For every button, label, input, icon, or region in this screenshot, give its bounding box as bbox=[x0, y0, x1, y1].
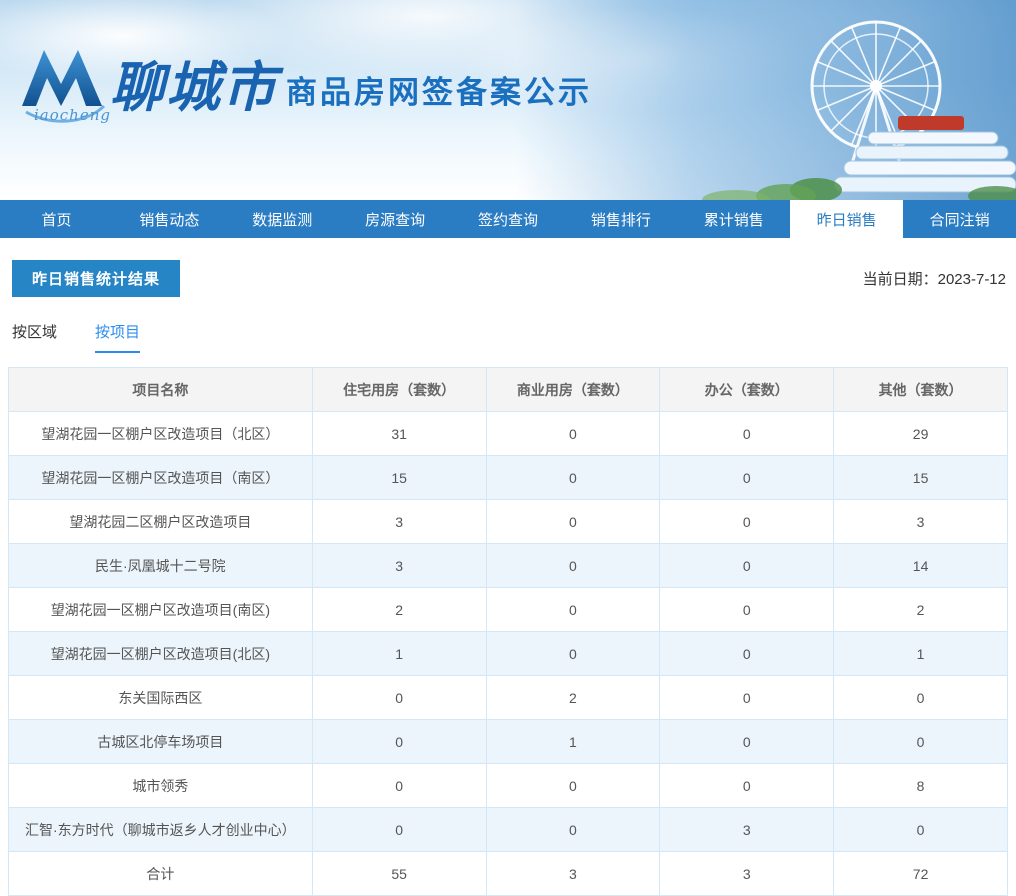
table-row: 城市领秀 0 0 0 8 bbox=[8, 763, 1008, 808]
project-name-cell: 望湖花园二区棚户区改造项目 bbox=[8, 499, 313, 544]
count-cell: 0 bbox=[659, 631, 835, 676]
table-row: 民生·凤凰城十二号院 3 0 0 14 bbox=[8, 543, 1008, 588]
count-cell: 3 bbox=[659, 807, 835, 852]
count-cell: 0 bbox=[311, 807, 487, 852]
count-cell: 0 bbox=[311, 719, 487, 764]
site-subtitle: 商品房网签备案公示 bbox=[286, 75, 592, 110]
count-cell: 0 bbox=[485, 411, 661, 456]
nav-item-0[interactable]: 首页 bbox=[0, 200, 113, 238]
project-name-cell: 合计 bbox=[8, 851, 313, 896]
count-cell: 0 bbox=[659, 543, 835, 588]
table-total-row: 合计 55 3 3 72 bbox=[8, 851, 1008, 896]
count-cell: 3 bbox=[311, 543, 487, 588]
column-header: 商业用房（套数） bbox=[485, 367, 661, 412]
count-cell: 0 bbox=[485, 807, 661, 852]
project-name-cell: 望湖花园一区棚户区改造项目（南区） bbox=[8, 455, 313, 500]
table-row: 望湖花园一区棚户区改造项目（南区） 15 0 0 15 bbox=[8, 455, 1008, 500]
count-cell: 2 bbox=[485, 675, 661, 720]
nav-item-5[interactable]: 销售排行 bbox=[564, 200, 677, 238]
nav-item-8[interactable]: 合同注销 bbox=[903, 200, 1016, 238]
project-name-cell: 城市领秀 bbox=[8, 763, 313, 808]
top-banner: iaocheng 聊城市 商品房网签备案公示 bbox=[0, 0, 1016, 200]
table-row: 东关国际西区 0 2 0 0 bbox=[8, 675, 1008, 720]
count-cell: 0 bbox=[311, 763, 487, 808]
sales-stats-table: 项目名称 住宅用房（套数） 商业用房（套数） 办公（套数） 其他（套数） 望湖花园一区棚… bbox=[8, 367, 1008, 896]
building-illustration bbox=[833, 116, 1016, 193]
count-cell: 0 bbox=[659, 455, 835, 500]
page-title: 昨日销售统计结果 bbox=[12, 260, 181, 297]
count-cell: 3 bbox=[659, 851, 835, 896]
count-cell: 8 bbox=[833, 763, 1008, 808]
table-row: 汇智·东方时代（聊城市返乡人才创业中心） 0 0 3 0 bbox=[8, 807, 1008, 852]
count-cell: 0 bbox=[659, 719, 835, 764]
count-cell: 1 bbox=[485, 719, 661, 764]
nav-item-3[interactable]: 房源查询 bbox=[339, 200, 452, 238]
column-header: 其他（套数） bbox=[833, 367, 1008, 412]
count-cell: 3 bbox=[485, 851, 661, 896]
tab-0[interactable]: 按区域 bbox=[12, 321, 57, 353]
project-name-cell: 望湖花园一区棚户区改造项目（北区） bbox=[8, 411, 313, 456]
table-row: 望湖花园一区棚户区改造项目(北区) 1 0 0 1 bbox=[8, 631, 1008, 676]
current-date: 当前日期：2023-7-12 bbox=[862, 271, 1006, 288]
count-cell: 0 bbox=[833, 675, 1008, 720]
count-cell: 2 bbox=[311, 587, 487, 632]
count-cell: 15 bbox=[311, 455, 487, 500]
project-name-cell: 古城区北停车场项目 bbox=[8, 719, 313, 764]
count-cell: 29 bbox=[833, 411, 1008, 456]
table-header-row: 项目名称 住宅用房（套数） 商业用房（套数） 办公（套数） 其他（套数） bbox=[8, 367, 1008, 412]
count-cell: 2 bbox=[833, 587, 1008, 632]
main-nav: 首页 销售动态 数据监测 房源查询 签约查询 销售排行 累计销售 昨日销售 合同注销 bbox=[0, 200, 1016, 238]
count-cell: 0 bbox=[659, 763, 835, 808]
count-cell: 72 bbox=[833, 851, 1008, 896]
table-body: 望湖花园一区棚户区改造项目（北区） 31 0 0 29 望湖花园一区棚户区改造项目（南区）… bbox=[8, 411, 1008, 896]
table-row: 望湖花园一区棚户区改造项目(南区) 2 0 0 2 bbox=[8, 587, 1008, 632]
count-cell: 1 bbox=[311, 631, 487, 676]
count-cell: 0 bbox=[485, 499, 661, 544]
tab-1[interactable]: 按项目 bbox=[95, 321, 141, 353]
logo-script-text: iaocheng bbox=[34, 106, 111, 124]
count-cell: 0 bbox=[485, 763, 661, 808]
project-name-cell: 汇智·东方时代（聊城市返乡人才创业中心） bbox=[8, 807, 313, 852]
count-cell: 0 bbox=[833, 807, 1008, 852]
count-cell: 0 bbox=[833, 719, 1008, 764]
site-brand: iaocheng 聊城市 商品房网签备案公示 bbox=[16, 36, 592, 132]
project-name-cell: 望湖花园一区棚户区改造项目(北区) bbox=[8, 631, 313, 676]
count-cell: 3 bbox=[833, 499, 1008, 544]
count-cell: 31 bbox=[311, 411, 487, 456]
count-cell: 0 bbox=[311, 675, 487, 720]
count-cell: 0 bbox=[659, 675, 835, 720]
column-header: 项目名称 bbox=[8, 367, 313, 412]
count-cell: 55 bbox=[311, 851, 487, 896]
count-cell: 0 bbox=[659, 499, 835, 544]
city-logo-icon: iaocheng bbox=[16, 36, 111, 132]
nav-item-2[interactable]: 数据监测 bbox=[226, 200, 339, 238]
count-cell: 15 bbox=[833, 455, 1008, 500]
table-row: 望湖花园一区棚户区改造项目（北区） 31 0 0 29 bbox=[8, 411, 1008, 456]
column-header: 办公（套数） bbox=[659, 367, 835, 412]
nav-item-7[interactable]: 昨日销售 bbox=[790, 200, 904, 238]
project-name-cell: 望湖花园一区棚户区改造项目(南区) bbox=[8, 587, 313, 632]
count-cell: 0 bbox=[659, 587, 835, 632]
count-cell: 14 bbox=[833, 543, 1008, 588]
count-cell: 0 bbox=[485, 455, 661, 500]
table-row: 古城区北停车场项目 0 1 0 0 bbox=[8, 719, 1008, 764]
count-cell: 0 bbox=[485, 543, 661, 588]
site-name: 聊城市 bbox=[110, 55, 278, 119]
count-cell: 1 bbox=[833, 631, 1008, 676]
count-cell: 0 bbox=[659, 411, 835, 456]
table-row: 望湖花园二区棚户区改造项目 3 0 0 3 bbox=[8, 499, 1008, 544]
column-header: 住宅用房（套数） bbox=[311, 367, 487, 412]
project-name-cell: 东关国际西区 bbox=[8, 675, 313, 720]
page-head: 昨日销售统计结果 当前日期：2023-7-12 bbox=[12, 260, 1006, 297]
count-cell: 0 bbox=[485, 587, 661, 632]
nav-item-1[interactable]: 销售动态 bbox=[113, 200, 226, 238]
view-tabs: 按区域 按项目 bbox=[12, 321, 1016, 353]
project-name-cell: 民生·凤凰城十二号院 bbox=[8, 543, 313, 588]
count-cell: 3 bbox=[311, 499, 487, 544]
nav-item-4[interactable]: 签约查询 bbox=[452, 200, 565, 238]
nav-item-6[interactable]: 累计销售 bbox=[677, 200, 790, 238]
count-cell: 0 bbox=[485, 631, 661, 676]
